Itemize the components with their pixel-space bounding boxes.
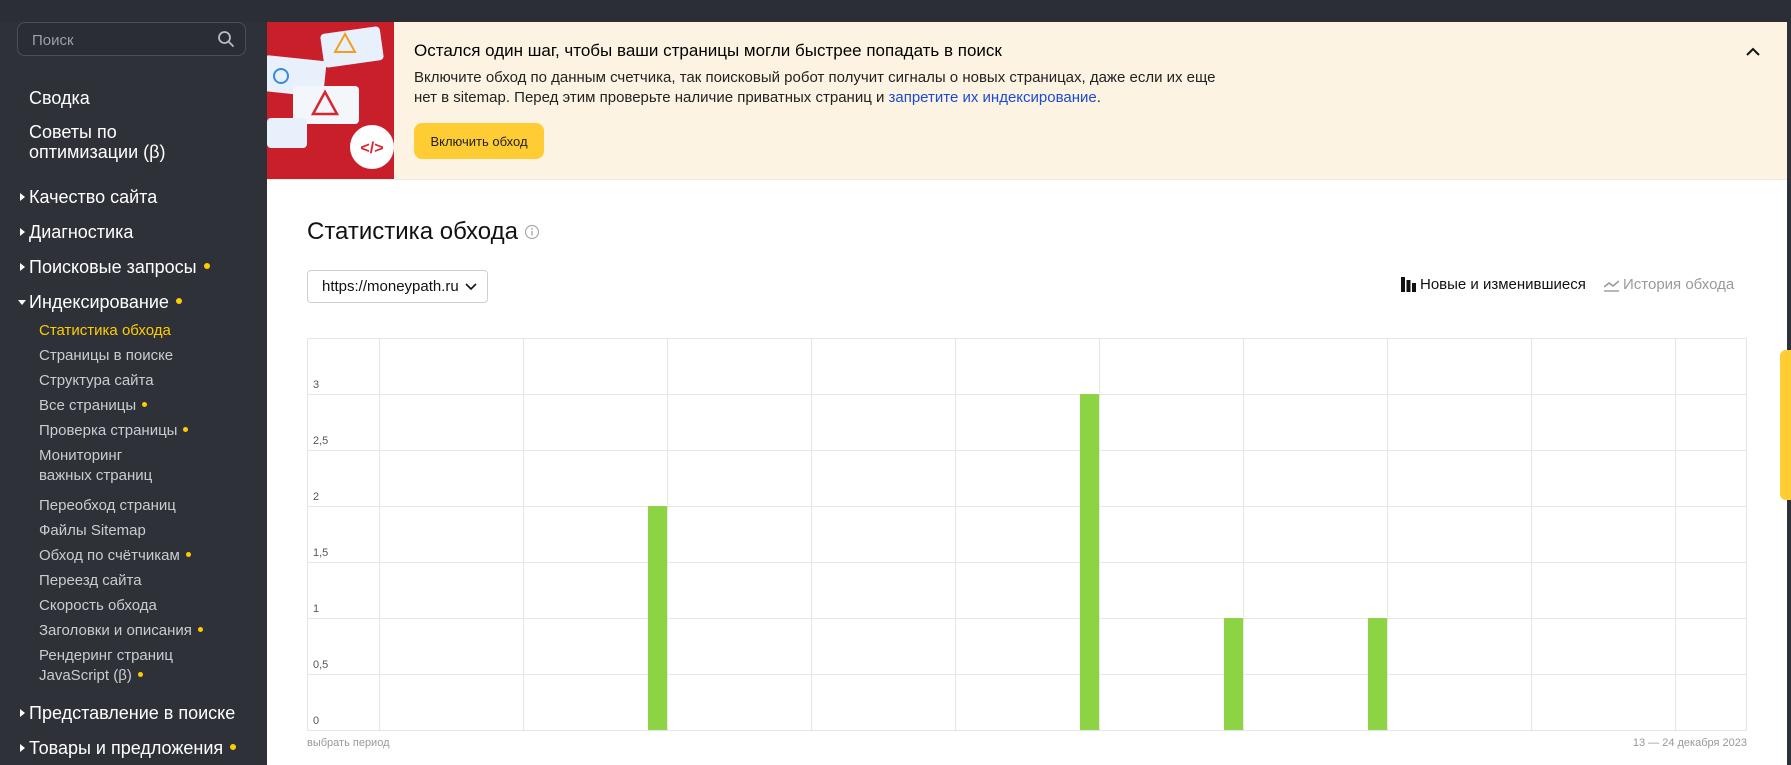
feedback-side-tab[interactable] [1780, 350, 1791, 500]
chart-bar [648, 506, 667, 730]
notification-dot [183, 426, 189, 432]
sidebar-subitem-crawl-speed[interactable]: Скорость обхода [39, 596, 157, 616]
notification-dot [137, 671, 143, 677]
sidebar-subitem-site-move[interactable]: Переезд сайта [39, 571, 142, 591]
chart-y-tick-label: 1 [313, 603, 319, 615]
sidebar-subitem-counter-crawl[interactable]: Обход по счётчикам [39, 546, 191, 566]
chart-y-tick-label: 0 [313, 715, 319, 727]
bar-chart-icon [1401, 277, 1416, 292]
tab-new-changed[interactable]: Новые и изменившиеся [1401, 276, 1586, 293]
sidebar-subitem-page-check[interactable]: Проверка страницы [39, 421, 189, 441]
notification-dot [203, 263, 210, 270]
sidebar-subitem-pages-in-search[interactable]: Страницы в поиске [39, 346, 173, 366]
sidebar-item-search-queries[interactable]: Поисковые запросы [20, 257, 210, 277]
info-icon[interactable] [524, 224, 540, 240]
chart-y-tick-label: 2 [313, 491, 319, 503]
sidebar-item-diagnostics[interactable]: Диагностика [20, 222, 133, 242]
svg-text:</>: </> [360, 140, 383, 157]
caret-right-icon [20, 744, 25, 752]
chevron-down-icon [465, 283, 477, 291]
tab-crawl-history[interactable]: История обхода [1604, 276, 1734, 293]
chart-bar [1368, 618, 1387, 730]
notification-dot [197, 626, 203, 632]
sidebar: Сводка Советы по оптимизации (β) Качеств… [0, 22, 267, 765]
notification-dot [142, 401, 148, 407]
chart-y-tick-label: 2,5 [313, 435, 328, 447]
caret-right-icon [20, 709, 25, 717]
sidebar-subitem-monitoring[interactable]: Мониторинг важных страниц [39, 446, 152, 486]
caret-down-icon [18, 300, 26, 305]
main-content: </> Остался один шаг, чтобы ваши страниц… [267, 22, 1787, 765]
chart-bar [1080, 394, 1099, 730]
sidebar-subitem-js-rendering[interactable]: Рендеринг страниц JavaScript (β) [39, 646, 173, 686]
site-select[interactable]: https://moneypath.ru [307, 270, 488, 303]
select-period-link[interactable]: выбрать период [307, 737, 390, 749]
sidebar-subitem-titles-descriptions[interactable]: Заголовки и описания [39, 621, 203, 641]
enable-crawl-button[interactable]: Включить обход [414, 123, 544, 159]
banner-title: Остался один шаг, чтобы ваши страницы мо… [414, 41, 1002, 60]
promo-banner: </> Остался один шаг, чтобы ваши страниц… [267, 22, 1787, 180]
caret-right-icon [20, 228, 25, 236]
notification-dot [175, 298, 182, 305]
caret-right-icon [20, 263, 25, 271]
sidebar-item-products-offers[interactable]: Товары и предложения [20, 738, 237, 758]
sidebar-subitem-crawl-stats[interactable]: Статистика обхода [39, 321, 171, 341]
sidebar-subitem-all-pages[interactable]: Все страницы [39, 396, 148, 416]
sidebar-item-indexing[interactable]: Индексирование [18, 292, 182, 312]
chart-y-tick-label: 3 [313, 379, 319, 391]
sidebar-subitem-sitemap-files[interactable]: Файлы Sitemap [39, 521, 146, 541]
top-bar [0, 0, 1791, 22]
chevron-up-icon[interactable] [1743, 42, 1763, 62]
sidebar-item-summary[interactable]: Сводка [29, 88, 90, 108]
chart-y-tick-label: 0,5 [313, 659, 328, 671]
banner-illustration: </> [267, 22, 394, 179]
sidebar-item-site-quality[interactable]: Качество сайта [20, 187, 157, 207]
search-icon[interactable] [217, 30, 235, 48]
caret-right-icon [20, 193, 25, 201]
search-input[interactable] [30, 29, 214, 51]
sidebar-item-optimization-tips[interactable]: Советы по оптимизации (β) [29, 122, 166, 162]
search-box[interactable] [17, 22, 246, 56]
sidebar-item-search-appearance[interactable]: Представление в поиске [20, 703, 235, 723]
sidebar-subitem-recrawl[interactable]: Переобход страниц [39, 496, 176, 516]
crawl-stats-chart: 0 0,5 1 1,5 2 2,5 3 [307, 338, 1747, 731]
banner-text: Включите обход по данным счетчика, так п… [414, 69, 1216, 106]
sidebar-subitem-site-structure[interactable]: Структура сайта [39, 371, 154, 391]
notification-dot [230, 744, 237, 751]
period-range: 13 — 24 декабря 2023 [1632, 737, 1747, 749]
chart-bar [1224, 618, 1243, 730]
notification-dot [185, 551, 191, 557]
line-chart-icon [1604, 280, 1619, 292]
site-select-value: https://moneypath.ru [322, 278, 459, 295]
disable-indexing-link[interactable]: запретите их индексирование [889, 89, 1097, 106]
chart-y-tick-label: 1,5 [313, 547, 328, 559]
page-title: Статистика обхода [307, 218, 518, 245]
